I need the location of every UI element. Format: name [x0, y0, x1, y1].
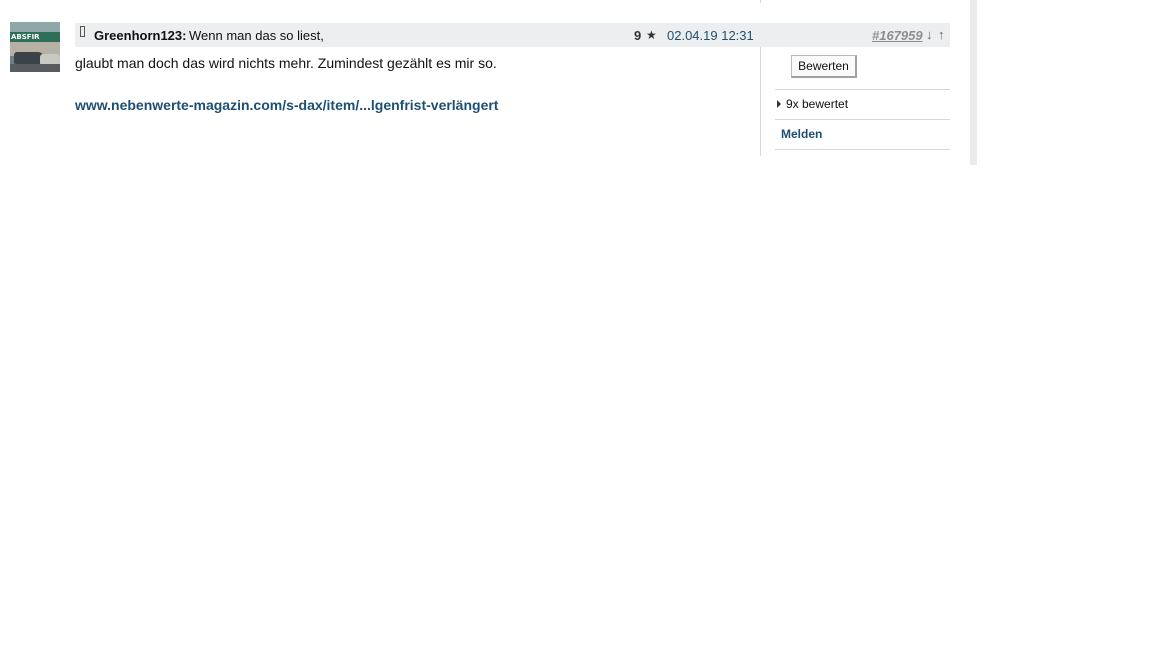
star-icon: ★	[646, 28, 657, 42]
caret-right-icon	[777, 100, 781, 108]
post-link[interactable]: www.nebenwerte-magazin.com/s-dax/item/..…	[75, 96, 498, 114]
side-separator	[775, 119, 950, 120]
rated-label: 9x bewertet	[786, 97, 849, 111]
arrow-down-icon[interactable]: ↓	[926, 27, 933, 42]
avatar-ground	[10, 64, 60, 72]
post-author[interactable]: Greenhorn123:	[94, 28, 186, 43]
report-link[interactable]: Melden	[781, 127, 822, 141]
divider	[760, 0, 761, 3]
side-separator	[775, 149, 950, 150]
page: ABSFIR Greenhorn123: Wenn man das so lie…	[0, 0, 1152, 648]
side-divider	[760, 47, 761, 156]
post-timestamp: 02.04.19 12:31	[667, 28, 754, 43]
arrow-up-icon[interactable]: ↑	[938, 27, 945, 42]
side-separator	[775, 89, 950, 90]
rating-count: 9	[634, 28, 642, 43]
post-header: Greenhorn123: Wenn man das so liest, 9 ★…	[75, 23, 950, 47]
rated-toggle[interactable]: 9x bewertet	[777, 97, 848, 111]
scroll-gutter	[970, 0, 977, 165]
avatar[interactable]: ABSFIR	[10, 22, 60, 72]
rate-button[interactable]: Bewerten	[791, 55, 857, 78]
pin-icon[interactable]	[80, 26, 85, 37]
post-subject: Wenn man das so liest,	[189, 28, 324, 43]
post-body: glaubt man doch das wird nichts mehr. Zu…	[75, 55, 497, 71]
post-number-link[interactable]: #167959	[872, 28, 923, 43]
avatar-sign-text: ABSFIR	[11, 33, 40, 41]
